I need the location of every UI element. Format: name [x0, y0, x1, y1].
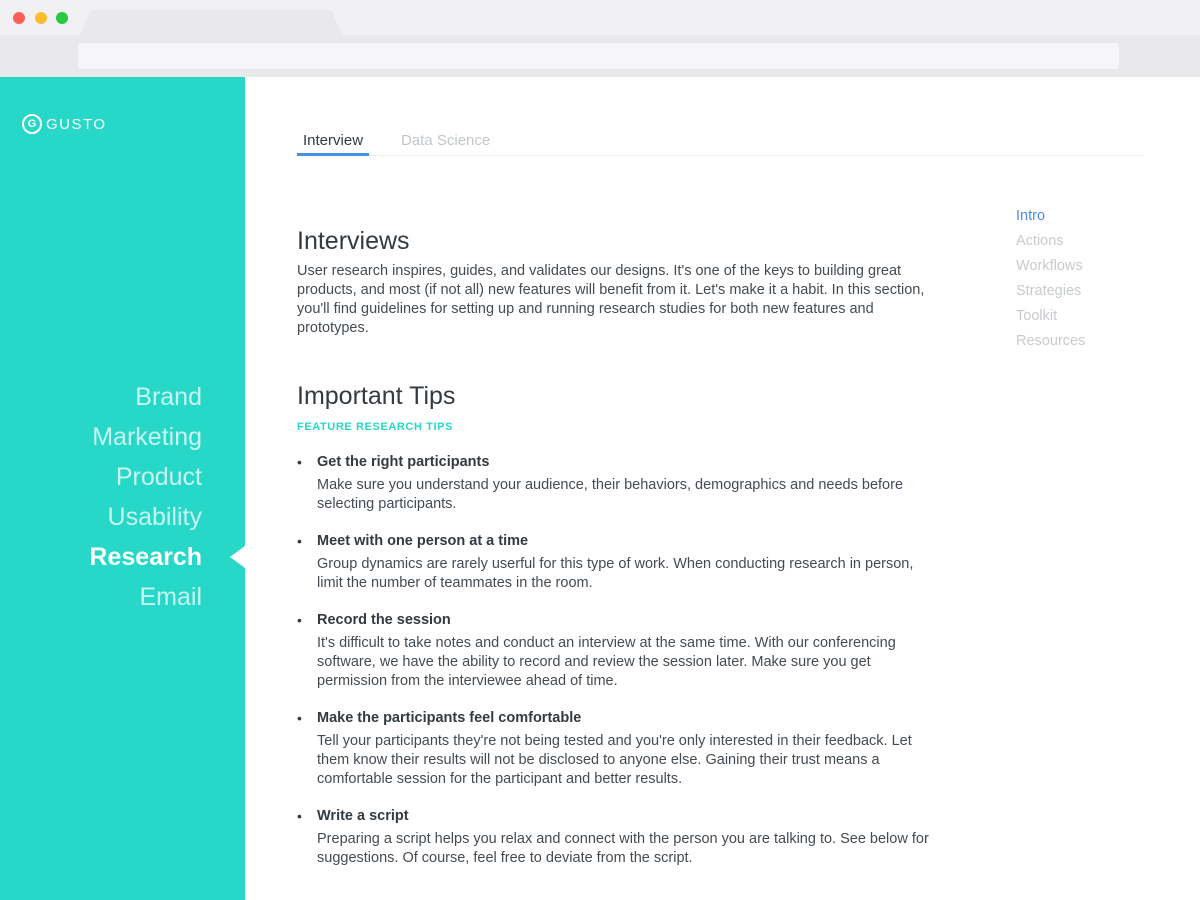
active-indicator-icon — [230, 546, 245, 568]
tip-title: Meet with one person at a time — [317, 533, 529, 549]
intro-paragraph: User research inspires, guides, and vali… — [297, 263, 925, 336]
bullet-icon: • — [297, 454, 302, 470]
tip-title: Make the participants feel comfortable — [317, 710, 582, 726]
section-title-tips: Important Tips — [297, 382, 456, 410]
tip-body: Preparing a script helps you relax and c… — [317, 831, 929, 866]
sidebar-item-email[interactable]: Email — [89, 577, 202, 617]
section-subhead: FEATURE RESEARCH TIPS — [297, 421, 454, 433]
sidebar-nav: Brand Marketing Product Usability Resear… — [89, 377, 202, 617]
toc-item-actions[interactable]: Actions — [1016, 229, 1085, 254]
browser-chrome — [0, 0, 1200, 77]
sidebar-item-research[interactable]: Research — [89, 537, 202, 577]
logo-text: GUSTO — [46, 115, 107, 133]
article: Interviews User research inspires, guide… — [297, 227, 937, 886]
tip-title: Record the session — [317, 612, 451, 628]
tips-list: • Get the right participants Make sure y… — [297, 453, 937, 868]
sidebar-item-usability[interactable]: Usability — [89, 497, 202, 537]
sidebar-item-marketing[interactable]: Marketing — [89, 417, 202, 457]
tab-interview[interactable]: Interview — [297, 132, 370, 156]
list-item: • Get the right participants Make sure y… — [297, 453, 937, 514]
tip-title: Get the right participants — [317, 454, 490, 470]
toc-item-resources[interactable]: Resources — [1016, 329, 1085, 354]
list-item: • Record the session It's difficult to t… — [297, 611, 937, 691]
bullet-icon: • — [297, 612, 302, 628]
bullet-icon: • — [297, 710, 302, 726]
tip-body: Group dynamics are rarely userful for th… — [317, 556, 914, 591]
toc-item-strategies[interactable]: Strategies — [1016, 279, 1085, 304]
main-content: Interview Data Science Interviews User r… — [245, 77, 1200, 900]
toc-item-intro[interactable]: Intro — [1016, 204, 1085, 229]
tip-body: Make sure you understand your audience, … — [317, 477, 904, 512]
sidebar: G GUSTO Brand Marketing Product Usabilit… — [0, 77, 245, 900]
tab-bar: Interview Data Science — [297, 130, 1143, 156]
logo-mark-icon: G — [22, 114, 42, 134]
tab-data-science[interactable]: Data Science — [401, 132, 490, 155]
sidebar-item-product[interactable]: Product — [89, 457, 202, 497]
minimize-window-button[interactable] — [35, 12, 47, 24]
bullet-icon: • — [297, 533, 302, 549]
list-item: • Write a script Preparing a script help… — [297, 807, 937, 868]
toc-item-workflows[interactable]: Workflows — [1016, 254, 1085, 279]
maximize-window-button[interactable] — [56, 12, 68, 24]
page-title: Interviews — [297, 227, 410, 255]
table-of-contents: Intro Actions Workflows Strategies Toolk… — [1016, 204, 1085, 354]
list-item: • Meet with one person at a time Group d… — [297, 532, 937, 593]
close-window-button[interactable] — [13, 12, 25, 24]
tip-body: Tell your participants they're not being… — [317, 733, 912, 787]
toc-item-toolkit[interactable]: Toolkit — [1016, 304, 1085, 329]
address-bar[interactable] — [78, 43, 1119, 69]
tip-title: Write a script — [317, 808, 409, 824]
gusto-logo[interactable]: G GUSTO — [22, 114, 107, 134]
sidebar-item-brand[interactable]: Brand — [89, 377, 202, 417]
list-item: • Make the participants feel comfortable… — [297, 709, 937, 789]
bullet-icon: • — [297, 808, 302, 824]
tip-body: It's difficult to take notes and conduct… — [317, 635, 896, 689]
browser-tab[interactable] — [80, 10, 342, 35]
